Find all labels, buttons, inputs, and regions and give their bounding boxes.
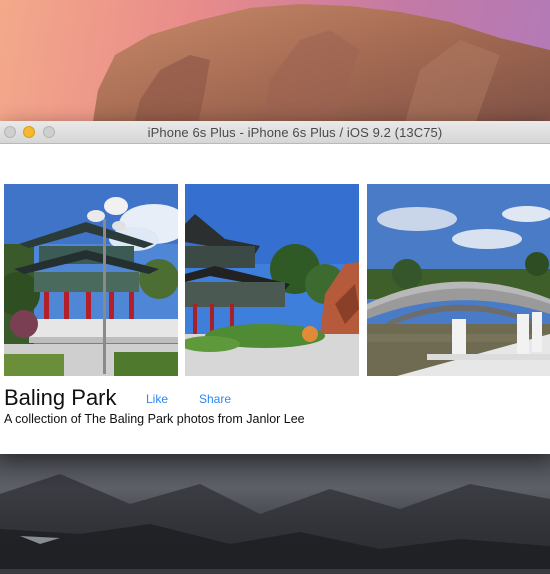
photo-pagoda-pavilion[interactable]	[4, 184, 178, 376]
photo-pagoda-rockery[interactable]	[185, 184, 359, 376]
window-title: iPhone 6s Plus - iPhone 6s Plus / iOS 9.…	[147, 125, 443, 140]
like-button[interactable]: Like	[146, 392, 168, 406]
wallpaper-valley	[0, 454, 550, 569]
app-content: Baling Park Like Share A collection of T…	[0, 144, 550, 454]
photo-strip[interactable]	[4, 184, 550, 376]
share-button[interactable]: Share	[199, 392, 231, 406]
simulator-window[interactable]: iPhone 6s Plus - iPhone 6s Plus / iOS 9.…	[0, 121, 550, 454]
window-titlebar[interactable]: iPhone 6s Plus - iPhone 6s Plus / iOS 9.…	[0, 121, 550, 144]
photo-arched-bridge[interactable]	[367, 184, 550, 376]
album-description: A collection of The Baling Park photos f…	[4, 412, 305, 426]
wallpaper-mountain	[90, 4, 550, 140]
album-title: Baling Park	[4, 385, 117, 410]
